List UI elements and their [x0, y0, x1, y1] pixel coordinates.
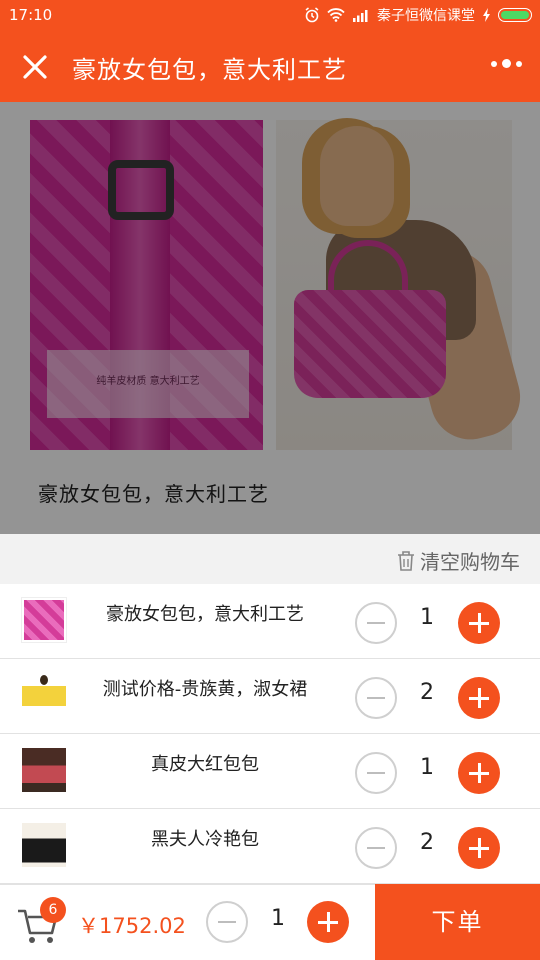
- cart-item: 豪放女包包，意大利工艺 1: [0, 584, 540, 659]
- page-title: 豪放女包包，意大利工艺: [72, 56, 347, 84]
- item-thumbnail: [22, 748, 66, 792]
- more-icon[interactable]: [491, 59, 522, 68]
- increase-button[interactable]: [458, 677, 500, 719]
- clear-cart-label: 清空购物车: [420, 550, 520, 574]
- cart-list: 豪放女包包，意大利工艺 1 测试价格-贵族黄，淑女裙 2 真皮大红包包 1 黑夫…: [0, 584, 540, 884]
- item-thumbnail: [22, 823, 66, 867]
- battery-icon: [498, 8, 532, 22]
- close-icon[interactable]: [20, 52, 50, 82]
- item-name: 豪放女包包，意大利工艺: [106, 604, 304, 625]
- status-bar: 17:10 秦子恒微信课堂: [0, 0, 540, 30]
- navbar: 豪放女包包，意大利工艺: [0, 30, 540, 102]
- carrier-name: 秦子恒微信课堂: [377, 8, 475, 24]
- wifi-icon: [327, 8, 345, 22]
- increase-button[interactable]: [458, 602, 500, 644]
- cart-count-badge: 6: [40, 897, 66, 923]
- item-name: 黑夫人冷艳包: [151, 829, 259, 850]
- decrease-button[interactable]: [355, 602, 397, 644]
- item-quantity: 2: [420, 680, 434, 705]
- status-time: 17:10: [9, 6, 53, 24]
- charging-icon: [483, 8, 490, 22]
- decrease-button[interactable]: [355, 827, 397, 869]
- item-quantity: 2: [420, 830, 434, 855]
- item-thumbnail: [22, 673, 66, 717]
- increase-button[interactable]: [458, 752, 500, 794]
- cart-item: 真皮大红包包 1: [0, 734, 540, 809]
- decrease-button[interactable]: [355, 752, 397, 794]
- clear-cart-row: 清空购物车: [0, 534, 540, 584]
- cart-item: 黑夫人冷艳包 2: [0, 809, 540, 884]
- decrease-button[interactable]: [355, 677, 397, 719]
- cart-panel: 清空购物车 豪放女包包，意大利工艺 1 测试价格-贵族黄，淑女裙 2 真皮大红包…: [0, 534, 540, 884]
- increase-button[interactable]: [307, 901, 349, 943]
- alarm-icon: [305, 7, 319, 23]
- item-name: 真皮大红包包: [151, 754, 259, 775]
- item-name: 测试价格-贵族黄，淑女裙: [102, 679, 308, 700]
- bottom-bar: 6 ￥1752.02 1 下单: [0, 884, 540, 960]
- signal-icon: [353, 10, 368, 22]
- quantity-value: 1: [271, 906, 285, 931]
- item-thumbnail: [21, 597, 67, 643]
- trash-icon: [398, 550, 414, 571]
- increase-button[interactable]: [458, 827, 500, 869]
- place-order-button[interactable]: 下单: [375, 884, 540, 960]
- decrease-button[interactable]: [206, 901, 248, 943]
- dim-overlay[interactable]: [0, 102, 540, 534]
- clear-cart-button[interactable]: 清空购物车: [396, 546, 520, 575]
- total-price: ￥1752.02: [78, 914, 186, 938]
- cart-item: 测试价格-贵族黄，淑女裙 2: [0, 659, 540, 734]
- item-quantity: 1: [420, 755, 434, 780]
- item-quantity: 1: [420, 605, 434, 630]
- status-icons: 秦子恒微信课堂: [304, 5, 532, 25]
